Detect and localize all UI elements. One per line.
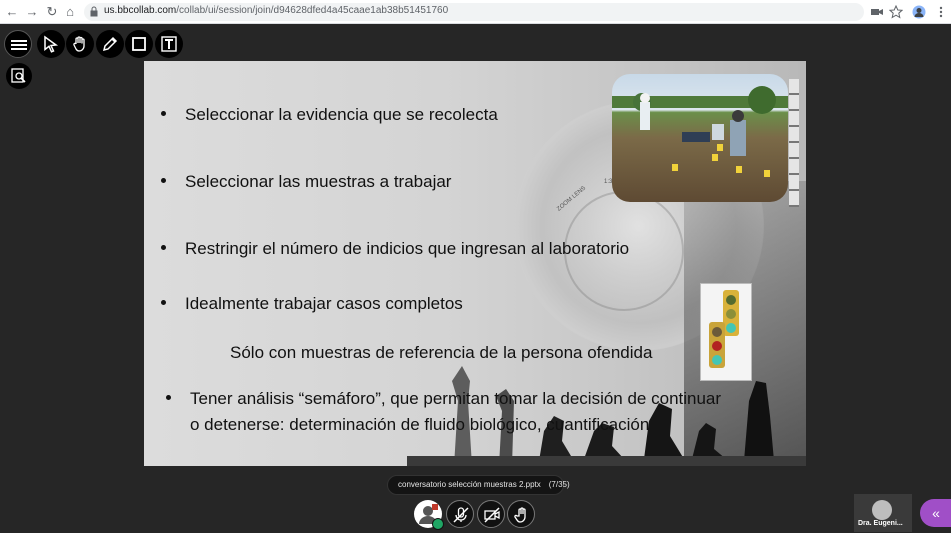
pan-tool-button[interactable]	[66, 30, 94, 58]
page-indicator: (7/35)	[548, 480, 570, 489]
url-field[interactable]: us.bbcollab.com/collab/ui/session/join/d…	[84, 3, 864, 21]
crime-scene-photo	[612, 74, 788, 202]
camera-indicator-icon[interactable]	[870, 5, 884, 19]
bullet-semaforo-line1: Tener análisis “semáforo”, que permitan …	[190, 389, 722, 408]
camera-button[interactable]	[477, 500, 505, 528]
shape-tool-button[interactable]	[125, 30, 153, 58]
presentation-slide: ZOOM LENS 1:3.5 Seleccionar la evidencia…	[144, 61, 806, 466]
chevron-left-icon: «	[932, 505, 940, 521]
bullet-dot	[161, 111, 166, 116]
bullet-dot	[161, 245, 166, 250]
presenter-tile[interactable]: Dra. Eugeni...	[854, 494, 912, 532]
ground-strip	[407, 456, 806, 466]
pen-icon	[102, 36, 118, 52]
pen-tool-button[interactable]	[96, 30, 124, 58]
reload-button[interactable]: ↻	[44, 4, 60, 20]
browser-address-bar: ← → ↻ ⌂ us.bbcollab.com/collab/ui/sessio…	[0, 0, 951, 24]
shape-icon	[132, 37, 146, 51]
lock-icon	[90, 6, 98, 17]
zoom-page-icon	[11, 68, 26, 83]
bullet-muestras: Seleccionar las muestras a trabajar	[185, 172, 452, 191]
profile-avatar-icon[interactable]	[912, 5, 926, 19]
bullet-semaforo-line2: o detenerse: determinación de fluido bio…	[190, 415, 650, 434]
url-host: us.bbcollab.com	[104, 5, 177, 16]
presenter-avatar	[872, 500, 892, 520]
microphone-button[interactable]	[446, 500, 474, 528]
bookmark-star-icon[interactable]	[889, 5, 903, 19]
more-menu-icon[interactable]	[934, 5, 948, 19]
camera-off-icon	[484, 507, 500, 523]
file-name: conversatorio selección muestras 2.pptx	[398, 480, 541, 489]
subtext-referencia: Sólo con muestras de referencia de la pe…	[230, 343, 653, 362]
back-button[interactable]: ←	[4, 4, 20, 20]
raise-hand-icon	[514, 507, 526, 523]
status-check-icon	[432, 518, 444, 530]
bullet-indicios: Restringir el número de indicios que ing…	[185, 239, 630, 258]
raise-hand-button[interactable]	[507, 500, 535, 528]
home-button[interactable]: ⌂	[62, 4, 78, 20]
bullet-casos: Idealmente trabajar casos completos	[185, 294, 463, 313]
bullet-evidencia: Seleccionar la evidencia que se recolect…	[185, 105, 498, 124]
select-icon	[44, 35, 59, 53]
file-info-pill: conversatorio selección muestras 2.pptx (…	[387, 475, 570, 495]
bullet-dot	[161, 178, 166, 183]
pan-icon	[73, 36, 85, 52]
open-panel-button[interactable]: «	[920, 499, 951, 527]
my-status-button[interactable]	[414, 500, 444, 530]
text-icon	[161, 36, 177, 52]
presenter-name: Dra. Eugeni...	[858, 520, 903, 527]
forward-button[interactable]: →	[24, 4, 40, 20]
microphone-muted-icon	[453, 507, 469, 523]
bullet-dot	[166, 395, 171, 400]
evidence-ruler	[789, 79, 799, 207]
text-tool-button[interactable]	[155, 30, 183, 58]
url-path: /collab/ui/session/join/d94628dfed4a45ca…	[176, 5, 449, 16]
session-menu-button[interactable]	[4, 30, 32, 58]
zoom-page-button[interactable]	[6, 63, 32, 89]
select-tool-button[interactable]	[37, 30, 65, 58]
bullet-dot	[161, 300, 166, 305]
silhouettes-illustration	[452, 366, 774, 466]
